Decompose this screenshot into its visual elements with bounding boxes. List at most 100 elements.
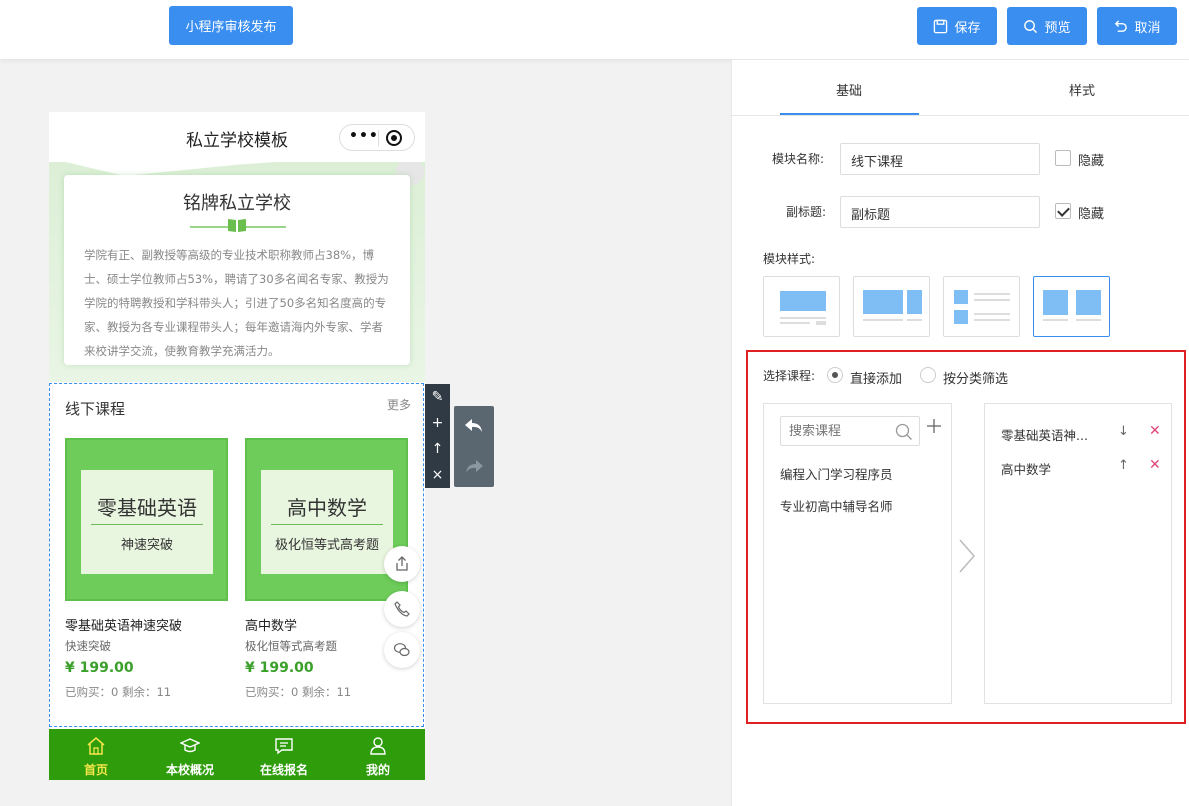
share-icon <box>396 556 408 571</box>
wechat-icon <box>393 643 410 657</box>
redo-arrow-icon <box>466 460 483 473</box>
style-option-3[interactable] <box>943 276 1020 337</box>
save-label: 保存 <box>954 20 981 36</box>
tab-style[interactable]: 样式 <box>1069 80 1095 99</box>
publish-review-button[interactable]: 小程序审核发布 <box>169 6 293 45</box>
settings-panel: 基础 样式 模块名称: 线下课程 隐藏 副标题: 副标题 隐藏 模块样式: 选择… <box>731 60 1189 806</box>
cancel-button[interactable]: 取消 <box>1097 7 1177 45</box>
undo-button[interactable] <box>454 406 494 446</box>
bottom-tabbar: 首页 本校概况 在线报名 我的 <box>49 729 425 780</box>
school-name: 铭牌私立学校 <box>183 193 291 214</box>
list-item[interactable]: 零基础英语神... <box>1001 425 1088 444</box>
module-title: 线下课程 <box>65 400 126 418</box>
search-icon <box>1024 19 1038 33</box>
module-edit-toolbar: ✎ + ↑ × <box>425 384 450 488</box>
move-up-icon[interactable]: ↑ <box>1118 458 1129 473</box>
user-icon <box>370 737 386 755</box>
radio-category-filter-label[interactable]: 按分类筛选 <box>943 368 1008 387</box>
radio-direct-add[interactable] <box>827 367 843 383</box>
radio-direct-add-label[interactable]: 直接添加 <box>850 368 902 387</box>
tab-home[interactable]: 首页 <box>49 729 143 780</box>
delete-icon[interactable]: × <box>425 462 450 488</box>
phone-icon <box>394 601 410 617</box>
share-button[interactable] <box>384 546 420 582</box>
save-button[interactable]: 保存 <box>917 7 997 45</box>
style-option-4[interactable] <box>1033 276 1110 337</box>
style-option-2[interactable] <box>853 276 930 337</box>
phone-header: 私立学校模板 ••• <box>49 112 425 162</box>
course-stats: 已购买：0 剩余：11 <box>245 685 352 699</box>
thumbnail-title: 零基础英语 <box>97 496 197 520</box>
save-icon <box>934 19 948 33</box>
module-name-input[interactable]: 线下课程 <box>840 143 1040 175</box>
list-item[interactable]: 高中数学 <box>1001 459 1051 478</box>
more-icon[interactable]: ••• <box>349 128 379 144</box>
move-up-icon[interactable]: ↑ <box>425 436 450 462</box>
book-icon <box>228 219 246 232</box>
list-item[interactable]: 专业初高中辅导名师 <box>780 496 893 515</box>
remove-icon[interactable]: ✕ <box>1149 423 1161 439</box>
tab-mine[interactable]: 我的 <box>331 729 425 780</box>
hide-name-checkbox[interactable] <box>1055 150 1071 166</box>
top-toolbar: 小程序审核发布 保存 预览 取消 <box>0 0 1189 59</box>
selected-courses-list: 零基础英语神... ↓ ✕ 高中数学 ↑ ✕ <box>984 403 1172 704</box>
undo-arrow-icon <box>465 419 482 432</box>
cancel-label: 取消 <box>1134 20 1161 36</box>
phone-preview: 私立学校模板 ••• 铭牌私立学校 学院有正、副教授等高级的专业技术职称教师占3… <box>49 112 425 780</box>
tab-label: 本校概况 <box>165 763 214 777</box>
tab-online-signup[interactable]: 在线报名 <box>237 729 331 780</box>
course-name: 高中数学 <box>245 619 298 634</box>
panel-tabs: 基础 样式 <box>732 60 1189 116</box>
more-link[interactable]: 更多 <box>387 396 411 413</box>
close-target-icon[interactable] <box>386 130 402 146</box>
undo-redo-box <box>454 406 494 487</box>
course-price: ¥ 199.00 <box>65 660 134 676</box>
preview-button[interactable]: 预览 <box>1007 7 1087 45</box>
course-price: ¥ 199.00 <box>245 660 314 676</box>
thumbnail-subtitle: 极化恒等式高考题 <box>274 538 379 553</box>
edit-pencil-icon[interactable]: ✎ <box>425 384 450 410</box>
home-icon <box>87 737 105 755</box>
module-name-label: 模块名称: <box>772 152 825 166</box>
preview-label: 预览 <box>1044 20 1071 36</box>
thumbnail-title: 高中数学 <box>287 496 367 520</box>
course-subtitle: 快速突破 <box>65 639 111 653</box>
hide-label: 隐藏 <box>1078 154 1105 169</box>
search-box[interactable] <box>780 416 920 446</box>
active-tab-indicator <box>780 113 919 115</box>
chat-icon <box>275 738 293 755</box>
search-icon[interactable] <box>895 423 913 441</box>
publish-review-label: 小程序审核发布 <box>185 20 277 35</box>
miniprogram-capsule[interactable]: ••• <box>339 124 415 151</box>
search-input[interactable] <box>789 424 889 439</box>
phone-call-button[interactable] <box>384 591 420 627</box>
subtitle-label: 副标题: <box>786 205 827 219</box>
list-item[interactable]: 编程入门学习程序员 <box>780 464 893 483</box>
subtitle-input[interactable]: 副标题 <box>840 196 1040 228</box>
course-module[interactable]: 线下课程 更多 零基础英语 神速突破 零基础英语神速突破 快速突破 ¥ 199.… <box>49 383 424 727</box>
add-icon[interactable] <box>926 418 942 434</box>
chevron-right-icon[interactable] <box>957 538 977 574</box>
move-down-icon[interactable]: ↓ <box>1118 424 1129 439</box>
hide-subtitle-checkbox[interactable] <box>1055 203 1071 219</box>
tab-school-overview[interactable]: 本校概况 <box>143 729 237 780</box>
course-stats: 已购买：0 剩余：11 <box>65 685 172 699</box>
style-option-1[interactable] <box>763 276 840 337</box>
radio-category-filter[interactable] <box>920 367 936 383</box>
course-selection-section: 选择课程: 直接添加 按分类筛选 编程入门学习程序员 专业初高中辅导名师 零基础… <box>746 350 1186 724</box>
module-style-label: 模块样式: <box>763 252 816 266</box>
redo-button[interactable] <box>454 447 494 487</box>
remove-icon[interactable]: ✕ <box>1149 457 1161 473</box>
course-thumbnail: 高中数学 极化恒等式高考题 <box>245 438 408 601</box>
tab-label: 首页 <box>83 763 108 777</box>
add-icon[interactable]: + <box>425 410 450 436</box>
school-intro-text: 学院有正、副教授等高级的专业技术职称教师占38%，博士、硕士学位教师占53%，聘… <box>84 248 389 358</box>
course-name: 零基础英语神速突破 <box>65 619 183 634</box>
tab-basic[interactable]: 基础 <box>836 80 862 99</box>
tab-label: 在线报名 <box>259 763 308 777</box>
tab-label: 我的 <box>365 763 390 777</box>
graduation-cap-icon <box>180 738 200 753</box>
course-subtitle: 极化恒等式高考题 <box>245 639 337 653</box>
wechat-button[interactable] <box>384 632 420 668</box>
available-courses-list: 编程入门学习程序员 专业初高中辅导名师 <box>763 403 952 704</box>
